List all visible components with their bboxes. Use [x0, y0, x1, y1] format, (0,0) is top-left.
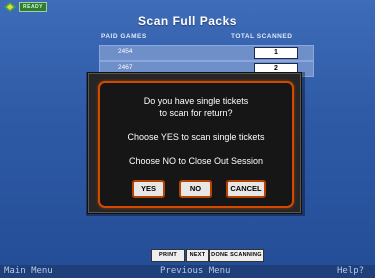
print-button[interactable]: PRINT: [151, 249, 185, 262]
diamond-logo-icon: [4, 2, 16, 12]
dialog-panel: Do you have single tickets to scan for r…: [98, 81, 294, 208]
table-row: 2454 1: [99, 45, 314, 61]
no-button[interactable]: NO: [179, 180, 212, 198]
game-number: 2467: [118, 64, 133, 71]
next-button[interactable]: NEXT: [186, 249, 209, 262]
scanned-count: 1: [254, 47, 298, 59]
game-number: 2454: [118, 48, 133, 55]
yes-button[interactable]: YES: [132, 180, 165, 198]
screen: READY Scan Full Packs PAID GAMES TOTAL S…: [0, 0, 375, 278]
confirm-dialog: Do you have single tickets to scan for r…: [87, 72, 302, 214]
column-header-total-scanned: TOTAL SCANNED: [231, 33, 293, 40]
previous-menu-link[interactable]: Previous Menu: [160, 266, 230, 276]
dialog-question-line2: to scan for return?: [159, 108, 233, 118]
main-menu-link[interactable]: Main Menu: [4, 266, 53, 276]
footer-bar: Main Menu Previous Menu Help?: [0, 265, 375, 278]
dialog-no-instruction: Choose NO to Close Out Session: [128, 156, 264, 166]
dialog-question-line1: Do you have single tickets: [143, 96, 249, 106]
page-title: Scan Full Packs: [138, 14, 237, 28]
dialog-yes-instruction: Choose YES to scan single tickets: [127, 132, 265, 142]
status-area: READY: [4, 2, 48, 12]
cancel-button[interactable]: CANCEL: [226, 180, 266, 198]
ready-badge: READY: [19, 2, 48, 12]
help-link[interactable]: Help?: [337, 266, 364, 276]
done-scanning-button[interactable]: DONE SCANNING: [209, 249, 264, 262]
column-header-paid-games: PAID GAMES: [101, 33, 147, 40]
